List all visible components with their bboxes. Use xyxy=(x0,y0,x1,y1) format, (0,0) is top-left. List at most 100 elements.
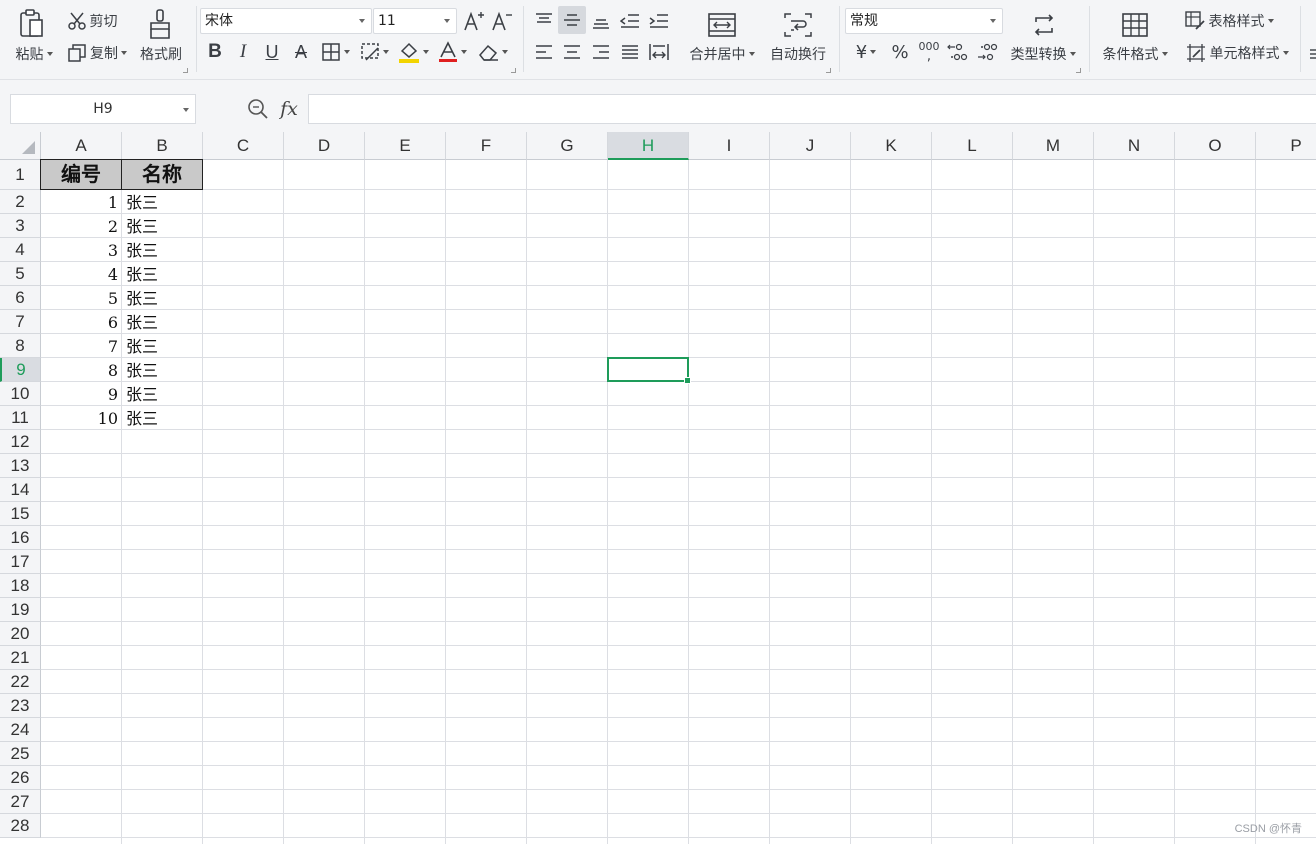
cell-id[interactable]: 6 xyxy=(41,310,121,334)
header-cell-name[interactable]: 名称 xyxy=(121,159,203,190)
row-header-16[interactable]: 16 xyxy=(0,526,41,550)
copy-button[interactable]: 复制 xyxy=(62,42,132,64)
row-header-15[interactable]: 15 xyxy=(0,502,41,526)
row-header-24[interactable]: 24 xyxy=(0,718,41,742)
cell-name[interactable]: 张三 xyxy=(122,286,202,310)
cell-id[interactable]: 7 xyxy=(41,334,121,358)
row-header-5[interactable]: 5 xyxy=(0,262,41,286)
cell-style-button[interactable]: 单元格样式 xyxy=(1180,42,1294,64)
row-header-25[interactable]: 25 xyxy=(0,742,41,766)
formula-input[interactable] xyxy=(308,94,1316,124)
strikethrough-button[interactable]: A xyxy=(289,40,313,64)
type-convert-button[interactable] xyxy=(1028,10,1060,40)
column-header-A[interactable]: A xyxy=(41,132,122,160)
cell-id[interactable]: 3 xyxy=(41,238,121,262)
number-group-launcher[interactable] xyxy=(1076,68,1081,73)
row-header-9[interactable]: 9 xyxy=(0,358,41,382)
cell-name[interactable]: 张三 xyxy=(122,358,202,382)
row-header-19[interactable]: 19 xyxy=(0,598,41,622)
select-all-button[interactable] xyxy=(0,132,41,160)
row-header-8[interactable]: 8 xyxy=(0,334,41,358)
name-box[interactable]: H9 xyxy=(10,94,196,124)
cell-name[interactable]: 张三 xyxy=(122,406,202,430)
percent-button[interactable]: % xyxy=(888,40,912,64)
font-name-select[interactable]: 宋体 xyxy=(200,8,372,34)
align-bottom-button[interactable] xyxy=(588,8,614,34)
italic-button[interactable]: I xyxy=(232,40,254,64)
row-header-14[interactable]: 14 xyxy=(0,478,41,502)
decrease-font-button[interactable] xyxy=(490,8,514,34)
conditional-format-label[interactable]: 条件格式 xyxy=(1098,44,1172,64)
cell-id[interactable]: 9 xyxy=(41,382,121,406)
ribbon-overflow[interactable] xyxy=(1306,44,1316,64)
row-header-12[interactable]: 12 xyxy=(0,430,41,454)
cell-id[interactable]: 2 xyxy=(41,214,121,238)
thousands-button[interactable]: 000, xyxy=(916,40,942,64)
increase-decimal-button[interactable] xyxy=(944,40,972,64)
row-header-7[interactable]: 7 xyxy=(0,310,41,334)
cell-id[interactable]: 5 xyxy=(41,286,121,310)
currency-button[interactable]: ¥ xyxy=(848,40,884,64)
decrease-decimal-button[interactable] xyxy=(974,40,1002,64)
increase-indent-button[interactable] xyxy=(646,8,672,34)
format-painter-label[interactable]: 格式刷 xyxy=(134,44,188,64)
paste-button[interactable] xyxy=(14,8,50,40)
cell-name[interactable]: 张三 xyxy=(122,190,202,214)
column-header-P[interactable]: P xyxy=(1256,132,1316,160)
row-header-4[interactable]: 4 xyxy=(0,238,41,262)
column-header-J[interactable]: J xyxy=(770,132,851,160)
font-size-select[interactable]: 11 xyxy=(373,8,457,34)
row-header-6[interactable]: 6 xyxy=(0,286,41,310)
cell-fill-pattern-button[interactable] xyxy=(357,40,391,64)
row-header-26[interactable]: 26 xyxy=(0,766,41,790)
type-convert-label[interactable]: 类型转换 xyxy=(1004,44,1082,64)
column-header-I[interactable]: I xyxy=(689,132,770,160)
merge-center-label[interactable]: 合并居中 xyxy=(684,44,760,64)
column-header-L[interactable]: L xyxy=(932,132,1013,160)
cell-name[interactable]: 张三 xyxy=(122,382,202,406)
row-header-1[interactable]: 1 xyxy=(0,160,41,190)
clear-format-button[interactable] xyxy=(474,40,510,64)
align-top-button[interactable] xyxy=(531,8,557,34)
underline-button[interactable]: U xyxy=(260,40,284,64)
row-header-13[interactable]: 13 xyxy=(0,454,41,478)
align-middle-button[interactable] xyxy=(558,6,586,34)
cut-button[interactable]: 剪切 xyxy=(62,10,122,32)
align-center-button[interactable] xyxy=(559,40,585,64)
row-header-20[interactable]: 20 xyxy=(0,622,41,646)
fill-color-button[interactable] xyxy=(396,40,430,64)
worksheet-grid[interactable]: ABCDEFGHIJKLMNOP 1 2 3 4 5 6 7 8 9 10 11 12 13 14 15 16… xyxy=(0,132,1316,844)
lookup-button[interactable] xyxy=(246,96,270,122)
border-button[interactable] xyxy=(318,40,352,64)
cell-id[interactable]: 4 xyxy=(41,262,121,286)
wrap-text-button[interactable] xyxy=(780,10,816,40)
alignment-group-launcher[interactable] xyxy=(826,68,831,73)
cell-name[interactable]: 张三 xyxy=(122,238,202,262)
column-header-N[interactable]: N xyxy=(1094,132,1175,160)
cell-id[interactable]: 1 xyxy=(41,190,121,214)
cell-name[interactable]: 张三 xyxy=(122,334,202,358)
bold-button[interactable]: B xyxy=(204,40,226,64)
row-header-27[interactable]: 27 xyxy=(0,790,41,814)
column-header-G[interactable]: G xyxy=(527,132,608,160)
column-header-H[interactable]: H xyxy=(608,132,689,160)
header-cell-id[interactable]: 编号 xyxy=(40,159,122,190)
cell-name[interactable]: 张三 xyxy=(122,262,202,286)
column-header-D[interactable]: D xyxy=(284,132,365,160)
align-right-button[interactable] xyxy=(588,40,614,64)
row-header-2[interactable]: 2 xyxy=(0,190,41,214)
increase-font-button[interactable] xyxy=(462,8,486,34)
column-header-B[interactable]: B xyxy=(122,132,203,160)
table-style-button[interactable]: 表格样式 xyxy=(1180,10,1278,32)
align-left-button[interactable] xyxy=(531,40,557,64)
row-header-10[interactable]: 10 xyxy=(0,382,41,406)
paste-label[interactable]: 粘贴 xyxy=(12,44,56,64)
number-format-select[interactable]: 常规 xyxy=(845,8,1003,34)
row-header-18[interactable]: 18 xyxy=(0,574,41,598)
cell-id[interactable]: 8 xyxy=(41,358,121,382)
merge-center-button[interactable] xyxy=(704,10,740,40)
column-header-F[interactable]: F xyxy=(446,132,527,160)
row-header-3[interactable]: 3 xyxy=(0,214,41,238)
active-cell-selection[interactable] xyxy=(607,357,691,384)
row-header-23[interactable]: 23 xyxy=(0,694,41,718)
